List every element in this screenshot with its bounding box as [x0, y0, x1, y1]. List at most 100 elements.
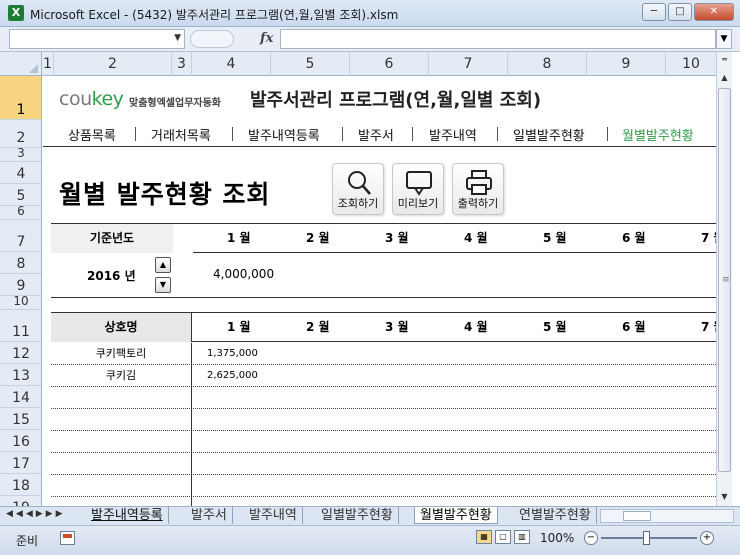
tab-order-history[interactable]: 발주내역 — [244, 507, 303, 524]
formula-input[interactable] — [280, 29, 716, 49]
table-row[interactable] — [51, 387, 716, 409]
zoom-in-icon[interactable]: + — [700, 531, 714, 545]
row-header[interactable]: 5 — [0, 184, 41, 206]
select-all-corner[interactable] — [0, 52, 42, 76]
menu-separator — [232, 127, 233, 141]
amount-cell-jan[interactable]: 1,375,000 — [207, 343, 258, 365]
page-title: 월별 발주현황 조회 — [59, 180, 271, 209]
row-header[interactable]: 17 — [0, 452, 41, 474]
horizontal-scroll-thumb[interactable] — [623, 511, 651, 521]
macro-record-icon[interactable] — [60, 531, 75, 545]
column-header[interactable]: 6 — [350, 52, 429, 76]
split-handle-icon[interactable]: ═ — [717, 52, 732, 68]
row-header[interactable]: 16 — [0, 430, 41, 452]
horizontal-scrollbar[interactable] — [600, 509, 734, 523]
column-header[interactable]: 4 — [192, 52, 271, 76]
zoom-out-icon[interactable]: − — [584, 531, 598, 545]
row-header[interactable]: 8 — [0, 252, 41, 274]
row-header[interactable]: 4 — [0, 162, 41, 184]
menu-item-products[interactable]: 상품목록 — [68, 125, 116, 144]
table-row[interactable] — [51, 453, 716, 475]
row-header[interactable]: 13 — [0, 364, 41, 386]
page-layout-view-icon[interactable]: ▢ — [495, 530, 511, 544]
formula-expand-icon[interactable]: ▼ — [716, 29, 732, 49]
amount-cell-jan[interactable]: 2,625,000 — [207, 365, 258, 387]
row-header[interactable]: 1 — [0, 76, 41, 120]
table-row[interactable]: 쿠키팩토리 1,375,000 — [51, 343, 716, 365]
menu-item-clients[interactable]: 거래처목록 — [151, 125, 211, 144]
search-button[interactable]: 조회하기 — [332, 163, 384, 215]
zoom-level[interactable]: 100% — [540, 531, 574, 545]
normal-view-icon[interactable]: ▦ — [476, 530, 492, 544]
excel-app-icon[interactable]: X — [8, 5, 24, 21]
client-name-cell[interactable] — [51, 475, 192, 497]
client-name-cell[interactable] — [51, 431, 192, 453]
vertical-scrollbar[interactable]: ═ ▲ ≡ ▼ — [716, 52, 732, 506]
client-name-cell[interactable]: 쿠키김 — [51, 365, 192, 387]
row-header[interactable]: 19 — [0, 496, 41, 506]
column-header[interactable]: 10 — [666, 52, 716, 76]
insert-function-icon[interactable]: fx — [260, 31, 273, 46]
client-name-cell[interactable] — [51, 497, 192, 506]
column-header[interactable]: 2 — [54, 52, 172, 76]
close-button[interactable]: ✕ — [694, 3, 734, 21]
column-header[interactable]: 3 — [172, 52, 192, 76]
base-year-value[interactable]: 2016 년 — [87, 267, 136, 284]
tab-yearly-status[interactable]: 연별발주현황 — [514, 507, 597, 524]
formula-cancel-button[interactable] — [190, 30, 234, 48]
row-header[interactable]: 11 — [0, 310, 41, 342]
vertical-scroll-thumb[interactable]: ≡ — [718, 88, 731, 472]
tab-order-register[interactable]: 발주내역등록 — [86, 507, 169, 524]
year-down-button[interactable]: ▼ — [155, 277, 171, 293]
tab-monthly-status[interactable]: 월별발주현황 — [414, 507, 498, 524]
worksheet[interactable]: coukey 맞춤형엑셀업무자동화 발주서관리 프로그램(연,월,일별 조회) … — [43, 77, 716, 506]
table-row[interactable]: 쿠키김 2,625,000 — [51, 365, 716, 387]
year-up-button[interactable]: ▲ — [155, 257, 171, 273]
client-name-cell[interactable]: 쿠키팩토리 — [51, 343, 192, 365]
row-header[interactable]: 18 — [0, 474, 41, 496]
row-header[interactable]: 10 — [0, 294, 41, 310]
page-break-view-icon[interactable]: ▥ — [514, 530, 530, 544]
row-header[interactable]: 12 — [0, 342, 41, 364]
tab-order-form[interactable]: 발주서 — [186, 507, 233, 524]
preview-button[interactable]: 미리보기 — [392, 163, 444, 215]
menu-item-order-register[interactable]: 발주내역등록 — [248, 125, 320, 144]
menu-item-monthly-status[interactable]: 월별발주현황 — [622, 125, 694, 144]
column-header[interactable]: 1 — [42, 52, 54, 76]
row-header[interactable]: 3 — [0, 146, 41, 162]
table-row[interactable] — [51, 409, 716, 431]
client-name-cell[interactable] — [51, 387, 192, 409]
menu-item-daily-status[interactable]: 일별발주현황 — [513, 125, 585, 144]
tab-navigation-icons[interactable]: ◀◀◀▶▶▶ — [6, 509, 66, 519]
row-header[interactable]: 6 — [0, 204, 41, 220]
column-header[interactable]: 7 — [429, 52, 508, 76]
table-row[interactable] — [51, 475, 716, 497]
column-header[interactable]: 8 — [508, 52, 587, 76]
tab-daily-status[interactable]: 일별발주현황 — [316, 507, 399, 524]
column-header[interactable]: 9 — [587, 52, 666, 76]
client-name-cell[interactable] — [51, 409, 192, 431]
row-header[interactable]: 7 — [0, 220, 41, 252]
column-header[interactable]: 5 — [271, 52, 350, 76]
column-headers: 1 2 3 4 5 6 7 8 9 10 — [0, 52, 716, 76]
row-header[interactable]: 15 — [0, 408, 41, 430]
menu-item-order-history[interactable]: 발주내역 — [429, 125, 477, 144]
restore-button[interactable]: □ — [668, 3, 692, 21]
table-row[interactable] — [51, 431, 716, 453]
client-name-cell[interactable] — [51, 453, 192, 475]
name-box[interactable]: ▼ — [9, 29, 185, 49]
print-button[interactable]: 출력하기 — [452, 163, 504, 215]
scroll-up-icon[interactable]: ▲ — [717, 70, 732, 86]
zoom-slider-thumb[interactable] — [643, 531, 650, 545]
view-buttons: ▦ ▢ ▥ — [476, 530, 530, 544]
row-header[interactable]: 2 — [0, 120, 41, 148]
row-header[interactable]: 14 — [0, 386, 41, 408]
formula-bar: ▼ fx ▼ — [0, 27, 740, 52]
table-row[interactable] — [51, 497, 716, 506]
month-header: 7 월 — [701, 231, 716, 245]
scroll-down-icon[interactable]: ▼ — [717, 489, 732, 505]
minimize-button[interactable]: ─ — [642, 3, 666, 21]
row-header[interactable]: 9 — [0, 274, 41, 296]
menu-item-order-form[interactable]: 발주서 — [358, 125, 394, 144]
chevron-down-icon[interactable]: ▼ — [174, 33, 181, 43]
